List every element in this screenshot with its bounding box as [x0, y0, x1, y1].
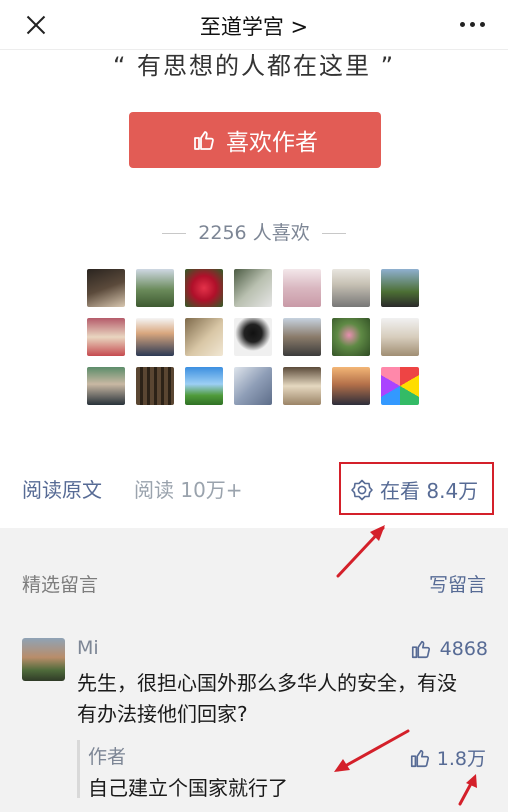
- slogan-text: “ 有思想的人都在这里 ”: [112, 52, 396, 80]
- liker-avatar[interactable]: [283, 269, 321, 307]
- liker-avatar[interactable]: [234, 318, 272, 356]
- liker-avatar[interactable]: [185, 367, 223, 405]
- comment-like-count: 4868: [439, 638, 488, 660]
- reply-text: 自己建立个国家就行了: [88, 776, 288, 800]
- liker-avatar[interactable]: [185, 318, 223, 356]
- reply-like-button[interactable]: 1.8万: [409, 744, 486, 771]
- divider-right: [321, 233, 346, 234]
- article-actions-row: 阅读原文 阅读 10万+ 在看 8.4万: [0, 462, 508, 520]
- liker-avatar[interactable]: [87, 367, 125, 405]
- account-title[interactable]: 至道学宫 >: [0, 11, 508, 41]
- avatar[interactable]: [22, 638, 65, 681]
- comment-author-name: Mi: [77, 637, 99, 659]
- divider-left: [162, 233, 187, 234]
- more-options-icon[interactable]: [460, 22, 486, 28]
- read-count-text: 阅读 10万+: [134, 478, 243, 502]
- liker-avatar[interactable]: [234, 367, 272, 405]
- comments-section: 精选留言 写留言 Mi 4868 先生，很担心国外那么多华人的安全，有没有办法接…: [0, 528, 508, 812]
- top-navigation-bar: 至道学宫 >: [0, 0, 508, 50]
- thumb-up-icon: [194, 131, 214, 150]
- reply-like-count: 1.8万: [436, 748, 486, 770]
- comment-like-button[interactable]: 4868: [410, 638, 488, 660]
- liker-avatar[interactable]: [136, 367, 174, 405]
- comment-text: 先生，很担心国外那么多华人的安全，有没有办法接他们回家?: [77, 671, 457, 726]
- liker-avatar[interactable]: [87, 269, 125, 307]
- likes-count-row: 2256 人喜欢: [0, 218, 508, 245]
- liker-avatar[interactable]: [283, 318, 321, 356]
- liker-avatar[interactable]: [234, 269, 272, 307]
- liker-avatar[interactable]: [381, 367, 419, 405]
- write-comment-link[interactable]: 写留言: [429, 570, 486, 597]
- liker-avatar[interactable]: [332, 269, 370, 307]
- article-page: 至道学宫 > “ 有思想的人都在这里 ” 喜欢作者 2256 人喜欢 阅读原文 …: [0, 0, 508, 812]
- reply-divider: [77, 740, 80, 798]
- zaikan-count-text: 在看 8.4万: [380, 479, 479, 503]
- like-author-label: 喜欢作者: [226, 130, 318, 156]
- liker-avatar[interactable]: [185, 269, 223, 307]
- liker-avatar[interactable]: [136, 318, 174, 356]
- liker-avatar[interactable]: [87, 318, 125, 356]
- liker-avatar[interactable]: [136, 269, 174, 307]
- thumb-up-icon: [411, 640, 430, 659]
- likes-count-text: 2256 人喜欢: [198, 222, 310, 244]
- zaikan-icon: [351, 479, 373, 500]
- liker-avatar[interactable]: [381, 318, 419, 356]
- reply-author-label: 作者: [88, 746, 127, 768]
- liker-avatar[interactable]: [381, 269, 419, 307]
- liker-avatar[interactable]: [283, 367, 321, 405]
- featured-comments-title: 精选留言: [22, 574, 99, 596]
- like-author-button[interactable]: 喜欢作者: [129, 112, 381, 168]
- thumb-up-icon: [410, 749, 429, 767]
- liker-avatar[interactable]: [332, 318, 370, 356]
- liker-avatar[interactable]: [332, 367, 370, 405]
- zaikan-button[interactable]: 在看 8.4万: [350, 475, 478, 504]
- read-original-link[interactable]: 阅读原文: [22, 474, 102, 503]
